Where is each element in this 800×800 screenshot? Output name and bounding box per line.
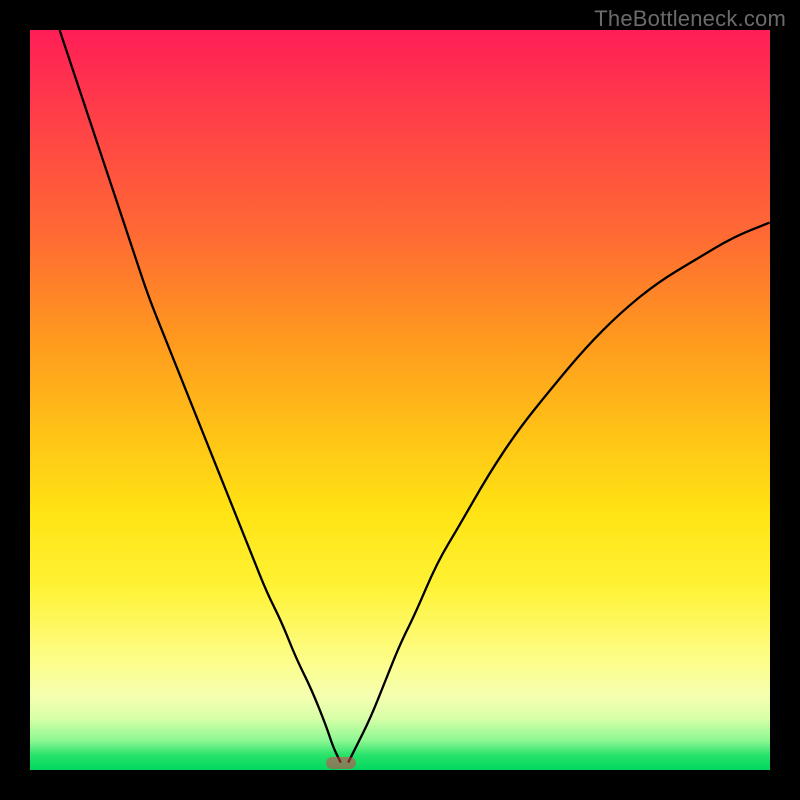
chart-frame: TheBottleneck.com bbox=[0, 0, 800, 800]
minimum-marker bbox=[326, 757, 356, 769]
curve-layer bbox=[30, 30, 770, 770]
curve-right-branch bbox=[348, 222, 770, 762]
plot-area bbox=[30, 30, 770, 770]
watermark-text: TheBottleneck.com bbox=[594, 6, 786, 32]
curve-left-branch bbox=[60, 30, 341, 763]
